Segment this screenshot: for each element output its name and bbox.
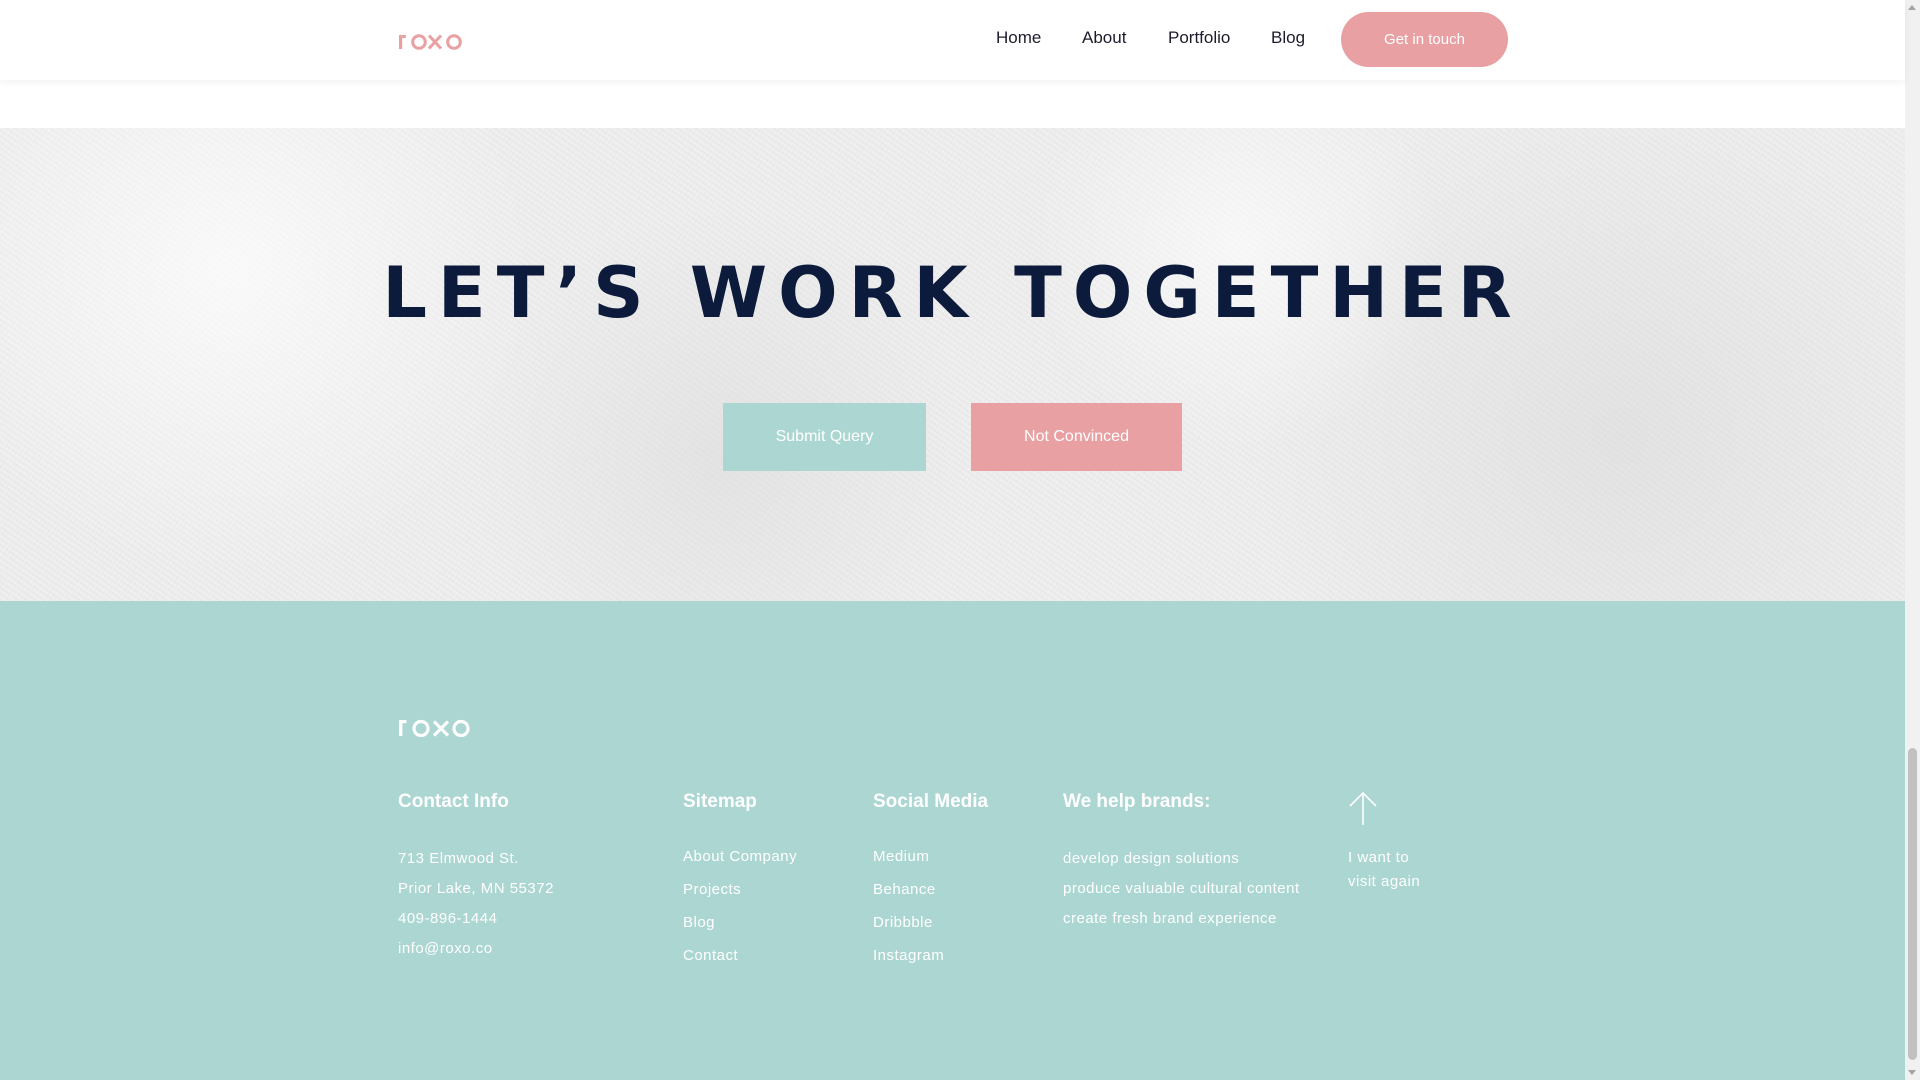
scroll-up-arrow-icon[interactable] <box>1908 5 1916 10</box>
contact-address-line-1: 713 Elmwood St. <box>398 850 519 867</box>
back-to-top-line-1: I want to <box>1348 849 1410 866</box>
social-media-list: Medium Behance Dribbble Instagram <box>873 847 944 979</box>
social-link-behance[interactable]: Behance <box>873 881 936 898</box>
nav-home[interactable]: Home <box>996 28 1041 48</box>
brands-item-2: produce valuable cultural content <box>1063 880 1300 897</box>
hero-section: LET’S WORK TOGETHER Submit Query Not Con… <box>0 128 1905 601</box>
nav-about[interactable]: About <box>1082 28 1126 48</box>
back-to-top-line-2: visit again <box>1348 873 1421 890</box>
not-convinced-button[interactable]: Not Convinced <box>971 403 1182 471</box>
scroll-down-arrow-icon[interactable] <box>1908 1070 1916 1075</box>
page-scrollbar[interactable] <box>1905 0 1920 1080</box>
get-in-touch-button[interactable]: Get in touch <box>1341 12 1508 67</box>
contact-info-list: 713 Elmwood St. Prior Lake, MN 55372 409… <box>398 849 554 969</box>
scrollbar-thumb[interactable] <box>1908 748 1917 1060</box>
social-link-dribbble[interactable]: Dribbble <box>873 914 933 931</box>
site-header: Home About Portfolio Blog Get in touch <box>0 0 1905 80</box>
submit-query-button[interactable]: Submit Query <box>723 403 926 471</box>
brands-item-1: develop design solutions <box>1063 850 1240 867</box>
back-to-top-button[interactable] <box>1347 791 1379 827</box>
social-link-medium[interactable]: Medium <box>873 848 929 865</box>
site-footer: Contact Info 713 Elmwood St. Prior Lake,… <box>0 601 1905 1080</box>
back-to-top-label[interactable]: I want to visit again <box>1348 846 1468 894</box>
main-nav: Home About Portfolio Blog <box>0 0 1905 80</box>
contact-address-line-2: Prior Lake, MN 55372 <box>398 880 554 897</box>
sitemap-heading: Sitemap <box>683 791 757 812</box>
we-help-brands-heading: We help brands: <box>1063 791 1211 812</box>
sitemap-link-projects[interactable]: Projects <box>683 881 741 898</box>
sitemap-link-blog[interactable]: Blog <box>683 914 715 931</box>
sitemap-link-about-company[interactable]: About Company <box>683 848 797 865</box>
social-link-instagram[interactable]: Instagram <box>873 947 944 964</box>
we-help-brands-list: develop design solutions produce valuabl… <box>1063 849 1300 939</box>
contact-email[interactable]: info@roxo.co <box>398 939 554 969</box>
sitemap-list: About Company Projects Blog Contact <box>683 847 797 979</box>
contact-info-heading: Contact Info <box>398 791 509 812</box>
footer-logo[interactable] <box>398 713 486 737</box>
arrow-up-icon <box>1349 791 1377 825</box>
hero-title: LET’S WORK TOGETHER <box>382 252 1523 334</box>
sitemap-link-contact[interactable]: Contact <box>683 947 738 964</box>
nav-portfolio[interactable]: Portfolio <box>1168 28 1230 48</box>
brands-item-3: create fresh brand experience <box>1063 910 1277 927</box>
nav-blog[interactable]: Blog <box>1271 28 1305 48</box>
social-media-heading: Social Media <box>873 791 989 812</box>
contact-phone: 409-896-1444 <box>398 910 498 927</box>
